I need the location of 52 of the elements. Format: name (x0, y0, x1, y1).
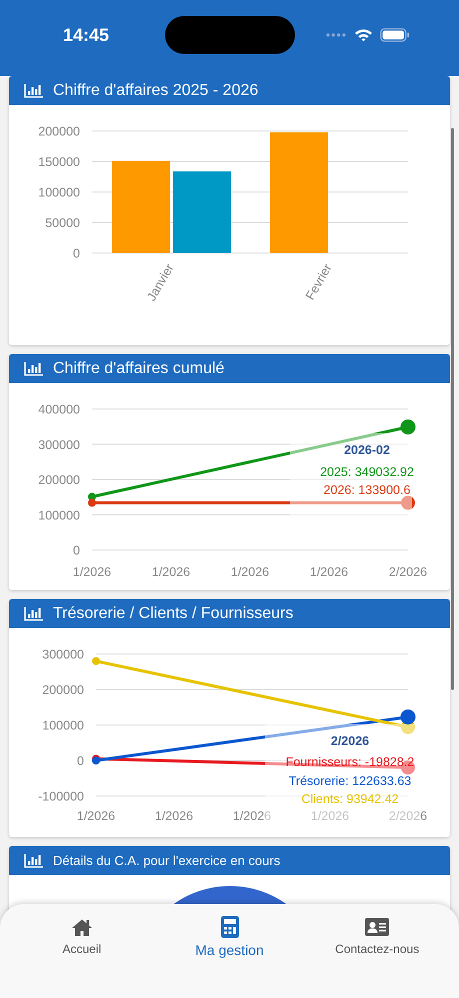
axis-label: 2/2026 (388, 809, 428, 823)
axis-label: 1/2026 (76, 809, 116, 823)
card-title: Trésorerie / Clients / Fournisseurs (53, 604, 294, 622)
tooltip-title: 2/2026 (330, 734, 370, 748)
nav-tab[interactable]: Ma gestion (156, 904, 304, 956)
tooltip-value: Fournisseurs: -19828.2 (286, 755, 414, 769)
bar-chart-icon (24, 606, 43, 620)
scrollbar[interactable] (451, 128, 454, 690)
axis-label: 300000 (42, 648, 84, 662)
wifi-icon (354, 28, 373, 42)
status-time: 14:45 (63, 24, 110, 46)
tooltip-title: 2026-02 (344, 443, 390, 457)
axis-label: 200000 (38, 473, 80, 487)
axis-label: 0 (77, 754, 84, 768)
card-title: Chiffre d'affaires cumulé (53, 360, 224, 378)
bar-chart-icon (24, 84, 43, 98)
nav-tab[interactable]: Contactez-nous (303, 904, 452, 956)
axis-label: 50000 (45, 216, 80, 230)
axis-label: 1/2026 (232, 809, 272, 823)
axis-label: 200000 (42, 683, 84, 697)
axis-label: -100000 (38, 790, 84, 804)
home-icon (70, 918, 93, 936)
contact-card-icon (365, 918, 390, 936)
signal-icon (325, 32, 347, 38)
data-point (92, 657, 100, 666)
axis-label: 300000 (38, 438, 80, 452)
axis-label: 2/2026 (388, 565, 428, 579)
tooltip-value: 2026: 133900.6 (324, 483, 410, 497)
card-title: Chiffre d'affaires 2025 - 2026 (53, 82, 258, 100)
axis-label: 0 (73, 544, 80, 558)
bar-chart-icon (24, 362, 43, 376)
bar-chart-icon (24, 854, 43, 868)
tooltip-value: 2025: 349032.92 (320, 465, 414, 479)
axis-label: 200000 (38, 124, 80, 138)
axis-label: 1/2026 (152, 565, 190, 579)
tooltip-value: Trésorerie: 122633.63 (288, 774, 412, 788)
calculator-icon (220, 916, 238, 938)
axis-label: 100000 (42, 718, 84, 732)
axis-label: 100000 (38, 508, 80, 522)
axis-label: 150000 (38, 155, 80, 169)
battery-icon (380, 28, 410, 42)
tooltip-value: Clients: 93942.42 (301, 792, 399, 806)
axis-label: 400000 (38, 402, 80, 416)
axis-label: 1/2026 (72, 565, 112, 579)
axis-label: 0 (73, 246, 80, 260)
card-title: Détails du C.A. pour l'exercice en cours (53, 853, 280, 868)
axis-label: 100000 (38, 186, 80, 200)
axis-label: 1/2026 (230, 565, 270, 579)
axis-label: 1/2026 (310, 809, 350, 823)
nav-tab[interactable]: Accueil (8, 904, 156, 956)
axis-label: 1/2026 (154, 809, 194, 823)
axis-label: 1/2026 (310, 565, 348, 579)
